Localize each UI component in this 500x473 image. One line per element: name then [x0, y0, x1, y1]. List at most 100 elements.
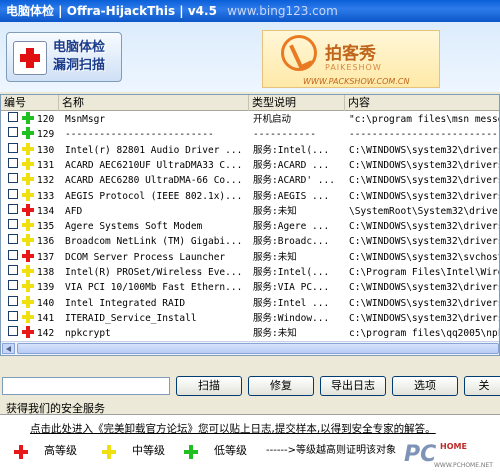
header-content[interactable]: 内容 — [345, 95, 499, 111]
options-button[interactable]: 选项 — [392, 376, 458, 396]
watermark-text: www.bing123.com — [227, 4, 338, 18]
row-num: 138 — [37, 267, 55, 278]
row-name: AEGIS Protocol (IEEE 802.1x)... — [65, 190, 243, 202]
row-content: "c:\program files\msn messe — [349, 114, 500, 125]
scan-button[interactable]: 扫描 — [176, 376, 242, 396]
yellow-cross-icon — [22, 295, 34, 308]
table-row[interactable]: 120 MsnMsgr 开机启动 "c:\program files\msn mess… — [1, 112, 500, 128]
scan-results-list[interactable]: 编号 名称 类型说明 内容 120 MsnMsgr 开机启动 "c:\program … — [0, 94, 500, 356]
row-checkbox[interactable] — [8, 188, 18, 199]
red-cross-icon — [22, 249, 34, 262]
table-row[interactable]: 138 Intel(R) PROSet/Wireless Eve... 服务:Int… — [1, 265, 499, 281]
table-row[interactable]: 139 VIA PCI 10/100Mb Fast Ethern... 服务:VIA… — [1, 280, 499, 296]
row-num: 131 — [37, 159, 55, 171]
header-name[interactable]: 名称 — [59, 95, 249, 111]
row-type: 服务:未知 — [253, 205, 297, 217]
export-log-button[interactable]: 导出日志 — [320, 376, 386, 396]
row-type: ----------- — [253, 129, 316, 141]
title-bar: 电脑体检 | Offra-HijackThis | v4.5 www.bing1… — [0, 0, 500, 22]
green-cross-icon — [22, 127, 34, 140]
row-name: Intel Integrated RAID — [65, 297, 186, 309]
yellow-cross-icon — [22, 310, 34, 323]
row-name: MsnMsgr — [65, 114, 106, 125]
row-content: C:\WINDOWS\system32\drivers — [349, 312, 500, 324]
logo-line-1: 电脑体检 — [53, 40, 106, 55]
row-type: 服务:ACARD ... — [253, 159, 330, 171]
row-num: 137 — [37, 251, 55, 263]
row-num: 130 — [37, 144, 55, 156]
row-name: ACARD AEC6280 UltraDMA-66 Co... — [65, 175, 243, 187]
ad-url: WWW.PACKSHOW.COM.CN — [303, 77, 410, 86]
table-row[interactable]: 129 -------------------------- -----------… — [1, 127, 499, 143]
row-checkbox[interactable] — [8, 203, 18, 214]
row-num: 140 — [37, 297, 55, 309]
forum-link[interactable]: 点击此处进入《完美卸载官方论坛》您可以贴上日志,提交样本,以得到安全专家的解答。 — [30, 421, 436, 436]
horizontal-scrollbar[interactable] — [1, 341, 499, 355]
yellow-cross-icon — [22, 142, 34, 155]
legend-note: ------>等级越高则证明该对象 — [266, 445, 397, 456]
legend-high: 高等级 — [14, 441, 77, 461]
table-row[interactable]: 141 ITERAID_Service_Install 服务:Window... C:… — [1, 310, 500, 327]
close-button[interactable]: 关 — [464, 376, 500, 396]
row-num: 133 — [37, 190, 55, 202]
pchome-watermark: PC HOME WWW.PCHOME.NET — [404, 442, 493, 469]
logo-line-2: 漏洞扫描 — [53, 58, 106, 73]
row-num: 129 — [37, 129, 55, 141]
yellow-cross-icon — [102, 445, 116, 459]
row-checkbox[interactable] — [8, 112, 18, 122]
row-name: npkcrypt — [65, 328, 111, 340]
row-checkbox[interactable] — [8, 280, 18, 291]
toolbar: 扫描 修复 导出日志 选项 关 — [0, 375, 500, 397]
row-content: C:\WINDOWS\system32\drivers — [349, 297, 500, 309]
row-type: 服务:Intel(... — [253, 144, 330, 156]
table-row[interactable]: 133 AEGIS Protocol (IEEE 802.1x)... 服务:AEG… — [1, 188, 499, 205]
fix-button[interactable]: 修复 — [248, 376, 314, 396]
header-banner: 电脑体检 漏洞扫描 拍客秀 PAIKESHOW WWW.PACKSHOW.COM… — [0, 22, 500, 92]
row-num: 141 — [37, 312, 55, 324]
row-name: ACARD AEC6210UF UltraDMA33 C... — [65, 159, 243, 171]
window-title: 电脑体检 | Offra-HijackThis | v4.5 — [6, 4, 217, 18]
yellow-cross-icon — [22, 219, 34, 232]
row-num: 136 — [37, 236, 55, 248]
header-type[interactable]: 类型说明 — [249, 95, 345, 111]
row-checkbox[interactable] — [8, 249, 18, 260]
row-checkbox[interactable] — [8, 219, 18, 230]
table-row[interactable]: 137 DCOM Server Process Launcher 服务:未知 C:\W… — [1, 249, 499, 266]
table-row[interactable]: 142 npkcrypt 服务:未知 c:\program files\qq2005\… — [1, 326, 499, 342]
row-name: AFD — [65, 205, 83, 217]
row-name: DCOM Server Process Launcher — [65, 251, 226, 263]
table-row[interactable]: 136 Broadcom NetLink (TM) Gigabi... 服务:Bro… — [1, 234, 499, 250]
status-field[interactable] — [2, 377, 170, 395]
yellow-cross-icon — [22, 188, 34, 201]
table-row[interactable]: 130 Intel(r) 82801 Audio Driver ... 服务:Int… — [1, 142, 499, 159]
row-checkbox[interactable] — [8, 265, 18, 275]
row-checkbox[interactable] — [8, 234, 18, 245]
legend-low: 低等级 — [184, 441, 247, 461]
table-row[interactable]: 131 ACARD AEC6210UF UltraDMA33 C... 服务:ACA… — [1, 157, 499, 174]
row-checkbox[interactable] — [8, 173, 18, 184]
header-num[interactable]: 编号 — [1, 95, 59, 111]
table-row[interactable]: 134 AFD 服务:未知 \SystemRoot\System32\driver — [1, 203, 500, 220]
row-type: 服务:Agere ... — [253, 221, 330, 233]
row-num: 132 — [37, 175, 55, 187]
row-checkbox[interactable] — [8, 157, 18, 168]
checkup-scan-button[interactable]: 电脑体检 漏洞扫描 — [6, 32, 122, 82]
table-row[interactable]: 140 Intel Integrated RAID 服务:Intel ... C:\W… — [1, 295, 500, 312]
row-name: VIA PCI 10/100Mb Fast Ethern... — [65, 282, 243, 294]
row-content: \SystemRoot\System32\driver — [349, 205, 500, 217]
row-checkbox[interactable] — [8, 326, 18, 337]
row-checkbox[interactable] — [8, 295, 18, 306]
row-num: 139 — [37, 282, 55, 294]
ad-logo-icon — [281, 35, 317, 71]
table-row[interactable]: 135 Agere Systems Soft Modem 服务:Agere ... C… — [1, 219, 499, 235]
row-name: Broadcom NetLink (TM) Gigabi... — [65, 236, 243, 248]
red-cross-icon — [22, 203, 34, 216]
row-checkbox[interactable] — [8, 310, 18, 321]
scroll-left-icon[interactable] — [2, 343, 15, 354]
ad-banner[interactable]: 拍客秀 PAIKESHOW WWW.PACKSHOW.COM.CN — [262, 30, 440, 88]
row-checkbox[interactable] — [8, 142, 18, 153]
scroll-thumb[interactable] — [17, 343, 499, 354]
row-checkbox[interactable] — [8, 127, 18, 138]
table-row[interactable]: 132 ACARD AEC6280 UltraDMA-66 Co... 服务:ACA… — [1, 173, 499, 189]
row-type: 服务:未知 — [253, 251, 297, 263]
